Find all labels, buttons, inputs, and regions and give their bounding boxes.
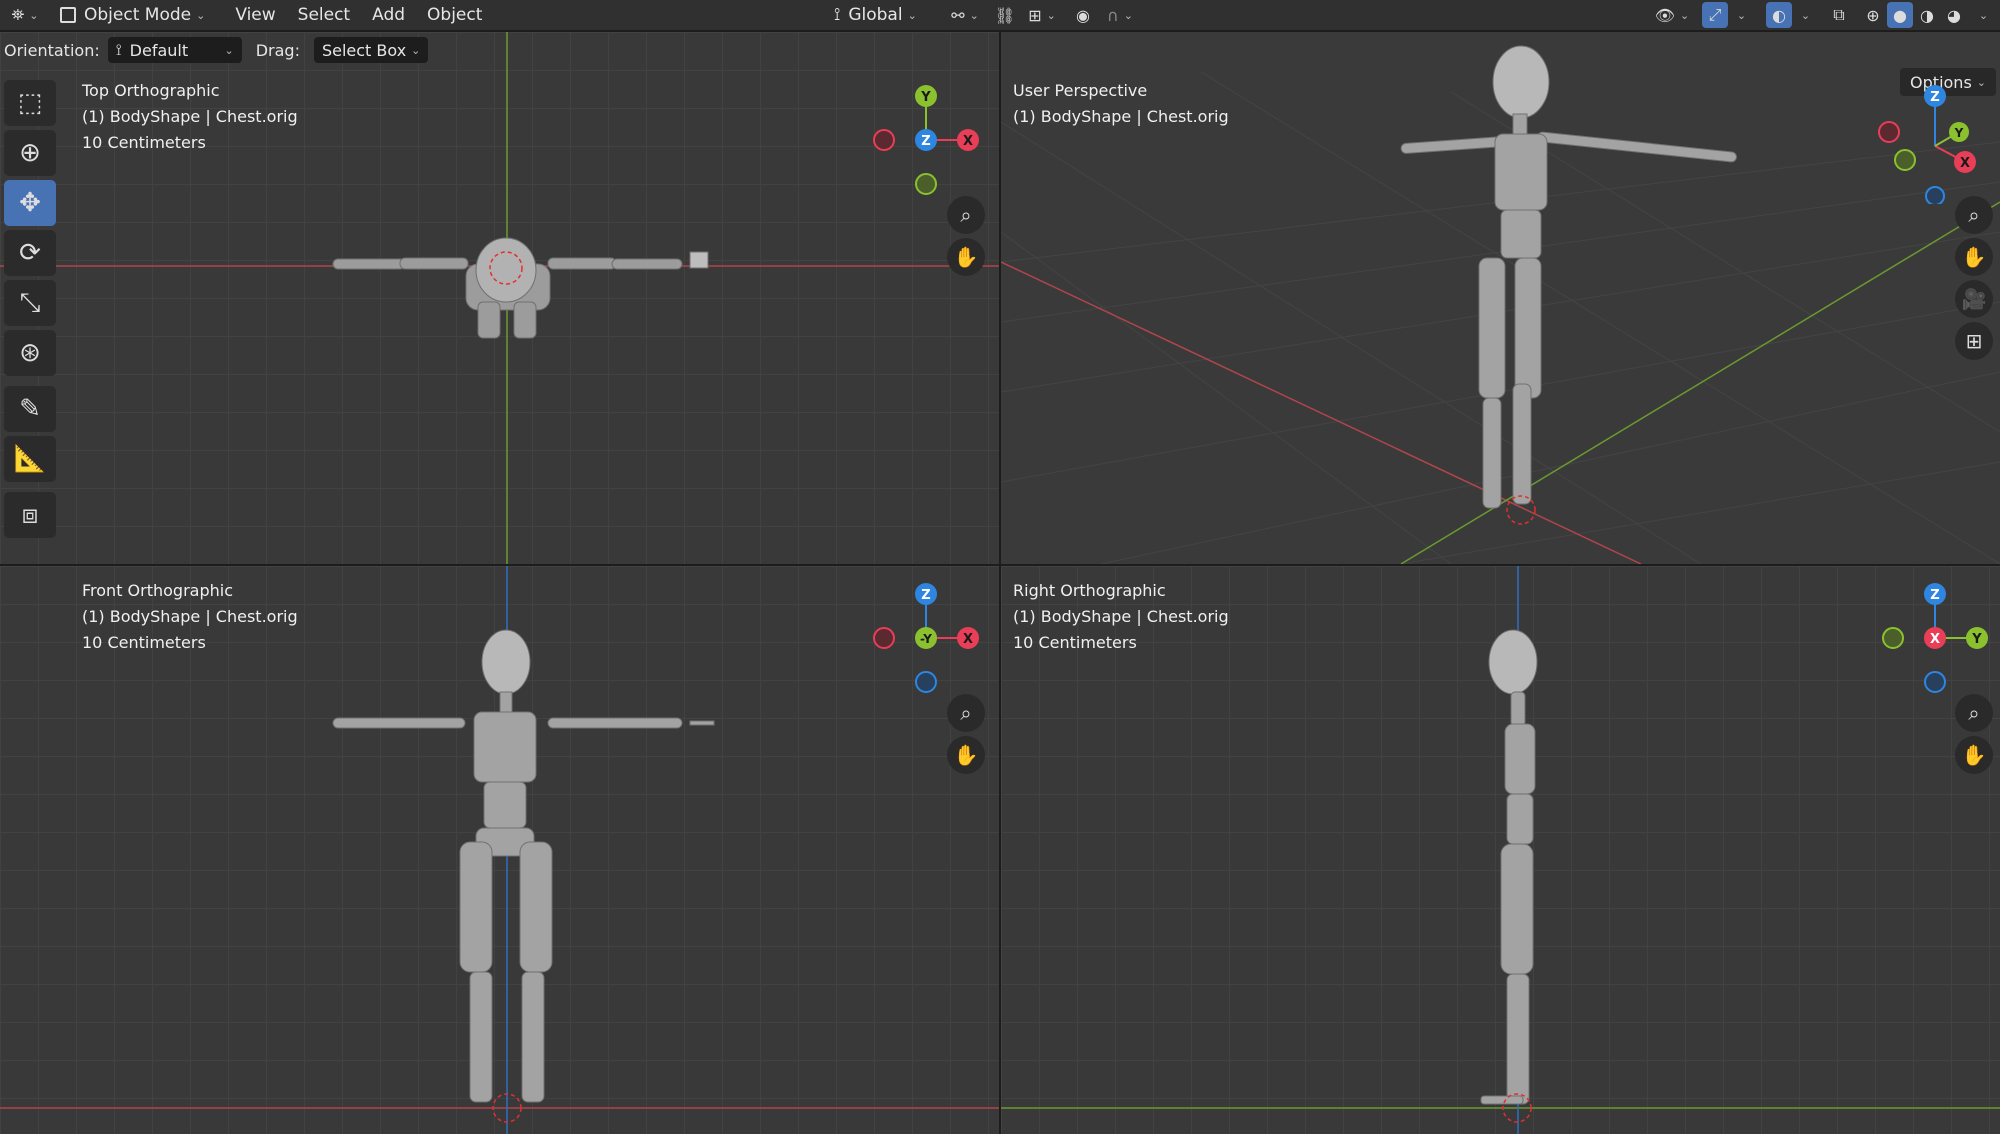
- viewport-title: Front Orthographic: [82, 581, 234, 600]
- orientation-label: Orientation:: [4, 40, 100, 60]
- pan-hand-icon[interactable]: ✋: [1955, 238, 1993, 276]
- drag-label: Drag:: [255, 40, 300, 60]
- camera-view-icon[interactable]: 🎥: [1955, 280, 1993, 318]
- visibility-eye-icon[interactable]: 👁 ⌄: [1652, 2, 1692, 28]
- active-object-label: (1) BodyShape | Chest.orig: [82, 107, 298, 126]
- viewport-right-orthographic[interactable]: Right Orthographic (1) BodyShape | Chest…: [1001, 566, 2000, 1134]
- gizmo-y-label: Y: [920, 90, 931, 105]
- menu-view[interactable]: View: [227, 2, 283, 28]
- grid-scale-label: 10 Centimeters: [1013, 633, 1137, 652]
- falloff-icon[interactable]: ∩ ⌄: [1100, 2, 1140, 28]
- tool-settings-header: Orientation: ⟟ Default ⌄ Drag: Select Box…: [0, 32, 1000, 68]
- chevron-down-icon: ⌄: [224, 43, 234, 57]
- menu-add[interactable]: Add: [364, 2, 413, 28]
- pivot-point-icon[interactable]: ⚯ ⌄: [946, 2, 984, 28]
- gizmo-toggle-icon[interactable]: ⤢: [1702, 2, 1728, 28]
- chevron-down-icon: ⌄: [411, 43, 421, 57]
- pan-hand-icon[interactable]: ✋: [947, 736, 985, 774]
- proportional-edit-icon[interactable]: ◉: [1070, 2, 1096, 28]
- viewport-title: Top Orthographic: [82, 81, 220, 100]
- tool-shelf: ⬚ ⊕ ✥ ⟳ ⤡ ⊛ ✎ 📐 ⧈: [4, 80, 58, 538]
- cursor-icon[interactable]: ⊕: [4, 130, 56, 176]
- mode-label: Object Mode: [84, 5, 192, 25]
- solid-shading-icon[interactable]: ●: [1887, 2, 1913, 28]
- drag-dropdown[interactable]: Select Box ⌄: [313, 37, 429, 63]
- add-cube-icon[interactable]: ⧈: [4, 492, 56, 538]
- transform-orientation-label: Global: [848, 5, 903, 25]
- snap-target-icon[interactable]: ⊞ ⌄: [1022, 2, 1062, 28]
- select-box-icon[interactable]: ⬚: [4, 80, 56, 126]
- editor-type-icon[interactable]: ⛯ ⌄: [6, 2, 44, 28]
- right-view-scene: [1001, 566, 2000, 1134]
- rotate-icon[interactable]: ⟳: [4, 230, 56, 276]
- menu-object[interactable]: Object: [419, 2, 490, 28]
- pan-hand-icon[interactable]: ✋: [947, 238, 985, 276]
- navigation-gizmo[interactable]: X Z -Y: [866, 578, 986, 698]
- material-shading-icon[interactable]: ◑: [1914, 2, 1940, 28]
- active-object-label: (1) BodyShape | Chest.orig: [1013, 107, 1229, 126]
- grid-scale-label: 10 Centimeters: [82, 633, 206, 652]
- orientation-dropdown[interactable]: ⟟ Default ⌄: [107, 37, 242, 63]
- scale-icon[interactable]: ⤡: [4, 280, 56, 326]
- perspective-grid-icon[interactable]: ⊞: [1955, 322, 1993, 360]
- gizmo-z-label: Z: [1930, 588, 1939, 603]
- chevron-down-icon[interactable]: ⌄: [1794, 2, 1812, 28]
- gizmo-z-label: Z: [921, 134, 930, 149]
- zoom-icon[interactable]: ⌕: [1955, 694, 1993, 732]
- viewport-title: Right Orthographic: [1013, 581, 1166, 600]
- snap-toggle-icon[interactable]: ⛓: [992, 2, 1018, 28]
- zoom-icon[interactable]: ⌕: [947, 694, 985, 732]
- grid-scale-label: 10 Centimeters: [82, 133, 206, 152]
- viewport-front-orthographic[interactable]: Front Orthographic (1) BodyShape | Chest…: [0, 566, 999, 1134]
- gizmo-y-label: Y: [1971, 632, 1982, 647]
- gizmo-z-label: Z: [1930, 90, 1939, 105]
- navigation-gizmo[interactable]: X Y Z: [866, 80, 986, 200]
- chevron-down-icon[interactable]: ⌄: [1970, 2, 1992, 28]
- viewport-user-perspective[interactable]: User Perspective (1) BodyShape | Chest.o…: [1001, 32, 2000, 564]
- chevron-down-icon: ⌄: [907, 8, 917, 22]
- pan-hand-icon[interactable]: ✋: [1955, 736, 1993, 774]
- navigation-gizmo[interactable]: Z Y X: [1875, 84, 1995, 204]
- measure-icon[interactable]: 📐: [4, 436, 56, 482]
- active-object-label: (1) BodyShape | Chest.orig: [1013, 607, 1229, 626]
- viewport-header: ⛯ ⌄ Object Mode ⌄ View Select Add Object ⟟…: [0, 0, 2000, 30]
- gizmo-x-label: X: [963, 632, 973, 647]
- gizmo-z-label: Z: [921, 588, 930, 603]
- mode-dropdown[interactable]: Object Mode ⌄: [52, 2, 213, 28]
- transform-icon[interactable]: ⊛: [4, 330, 56, 376]
- zoom-icon[interactable]: ⌕: [947, 196, 985, 234]
- zoom-icon[interactable]: ⌕: [1955, 196, 1993, 234]
- gizmo-x-label: X: [1960, 156, 1970, 171]
- annotate-icon[interactable]: ✎: [4, 386, 56, 432]
- wireframe-shading-icon[interactable]: ⊕: [1860, 2, 1886, 28]
- xray-toggle-icon[interactable]: ⧉: [1826, 2, 1852, 28]
- move-icon[interactable]: ✥: [4, 180, 56, 226]
- transform-orientation-dropdown[interactable]: ⟟ Global ⌄: [826, 2, 925, 28]
- gizmo-x-label: X: [963, 134, 973, 149]
- orientation-axes-icon: ⟟: [115, 40, 122, 59]
- chevron-down-icon[interactable]: ⌄: [1730, 2, 1748, 28]
- viewport-title: User Perspective: [1013, 81, 1148, 100]
- orientation-value: Default: [129, 40, 189, 60]
- chevron-down-icon: ⌄: [196, 8, 206, 22]
- active-object-label: (1) BodyShape | Chest.orig: [82, 607, 298, 626]
- navigation-gizmo[interactable]: Y Z X: [1875, 578, 1995, 698]
- object-mode-icon: [60, 7, 76, 23]
- rendered-shading-icon[interactable]: ◕: [1941, 2, 1967, 28]
- viewport-top-orthographic[interactable]: Top Orthographic (1) BodyShape | Chest.o…: [0, 32, 999, 564]
- overlays-icon[interactable]: ◐: [1766, 2, 1792, 28]
- menu-select[interactable]: Select: [290, 2, 358, 28]
- gizmo-neg-y-label: -Y: [920, 632, 932, 646]
- gizmo-x-label: X: [1930, 632, 1940, 647]
- drag-value: Select Box: [321, 40, 407, 60]
- gizmo-y-label: Y: [1954, 126, 1964, 140]
- orientation-axes-icon: ⟟: [834, 5, 841, 25]
